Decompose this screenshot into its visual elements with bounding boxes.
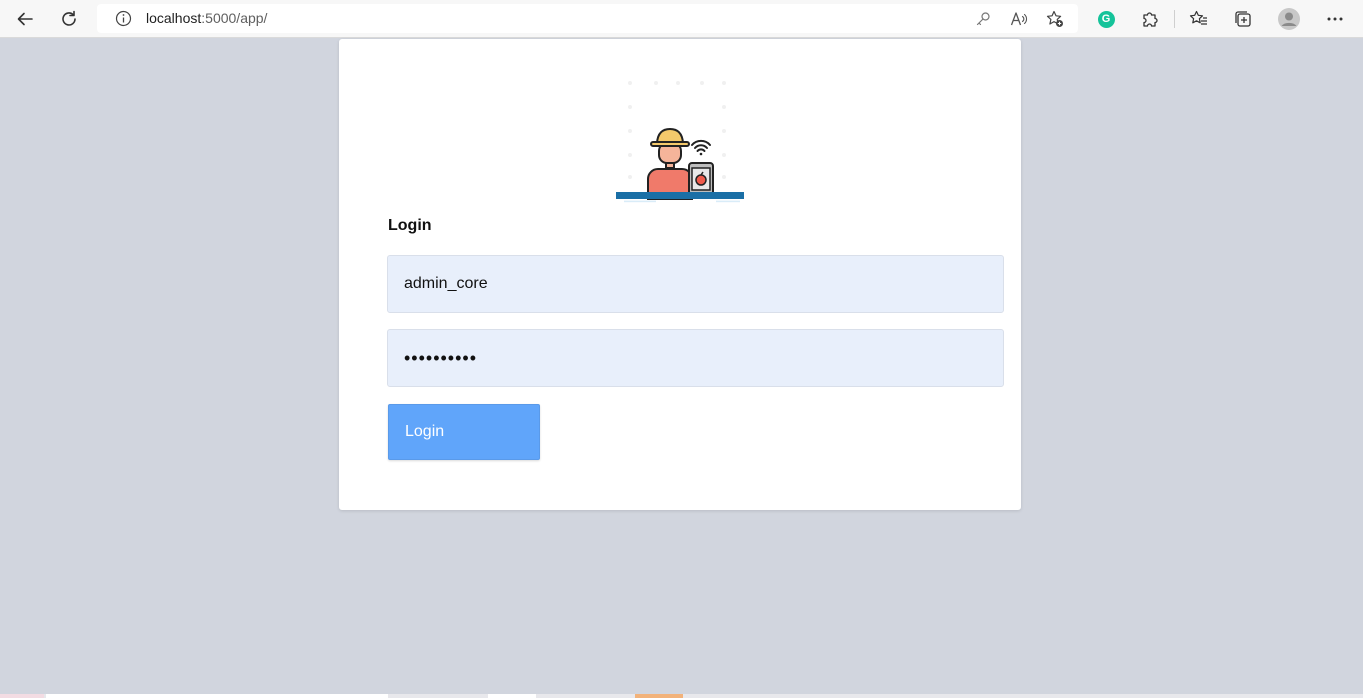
grammarly-icon: G: [1097, 10, 1115, 28]
add-favorite-icon[interactable]: [1045, 9, 1065, 29]
app-logo: [616, 77, 744, 201]
read-aloud-icon[interactable]: [1009, 9, 1029, 29]
back-button[interactable]: [10, 4, 40, 34]
username-input[interactable]: [387, 255, 1004, 313]
login-card: Login Login: [339, 39, 1021, 510]
favorites-icon: [1189, 10, 1207, 25]
info-icon[interactable]: [115, 10, 132, 27]
collections-button[interactable]: [1228, 4, 1258, 34]
more-menu-icon: [1327, 17, 1343, 21]
taskbar-segment: [635, 694, 683, 698]
reload-button[interactable]: [54, 4, 84, 34]
key-icon[interactable]: [973, 9, 993, 29]
profile-button[interactable]: [1274, 4, 1304, 34]
grammarly-button[interactable]: G: [1091, 4, 1121, 34]
url-host: localhost: [146, 10, 202, 26]
extensions-button[interactable]: [1135, 4, 1165, 34]
back-arrow-icon: [17, 12, 33, 26]
more-menu-button[interactable]: [1320, 4, 1350, 34]
profile-icon: [1278, 8, 1300, 30]
reload-icon: [62, 10, 76, 26]
favorites-button[interactable]: [1184, 4, 1214, 34]
banner-graphic: [618, 199, 740, 204]
logo-banner: [616, 192, 744, 204]
collections-icon: [1235, 11, 1251, 27]
login-button[interactable]: Login: [388, 404, 540, 460]
grammarly-letter: G: [1101, 12, 1111, 25]
url-path: :5000/app/: [201, 10, 268, 26]
farmer-with-phone-icon: [628, 81, 726, 200]
taskbar-segment: [0, 694, 44, 698]
taskbar-segment: [488, 694, 536, 698]
login-title: Login: [388, 217, 432, 234]
taskbar-segment: [46, 694, 388, 698]
toolbar-separator: [1174, 10, 1175, 28]
browser-toolbar: localhost:5000/app/ G: [0, 0, 1363, 38]
url-text[interactable]: localhost:5000/app/: [146, 10, 267, 26]
address-bar[interactable]: localhost:5000/app/: [97, 4, 1078, 33]
password-input[interactable]: [387, 329, 1004, 387]
extensions-icon: [1143, 12, 1158, 27]
